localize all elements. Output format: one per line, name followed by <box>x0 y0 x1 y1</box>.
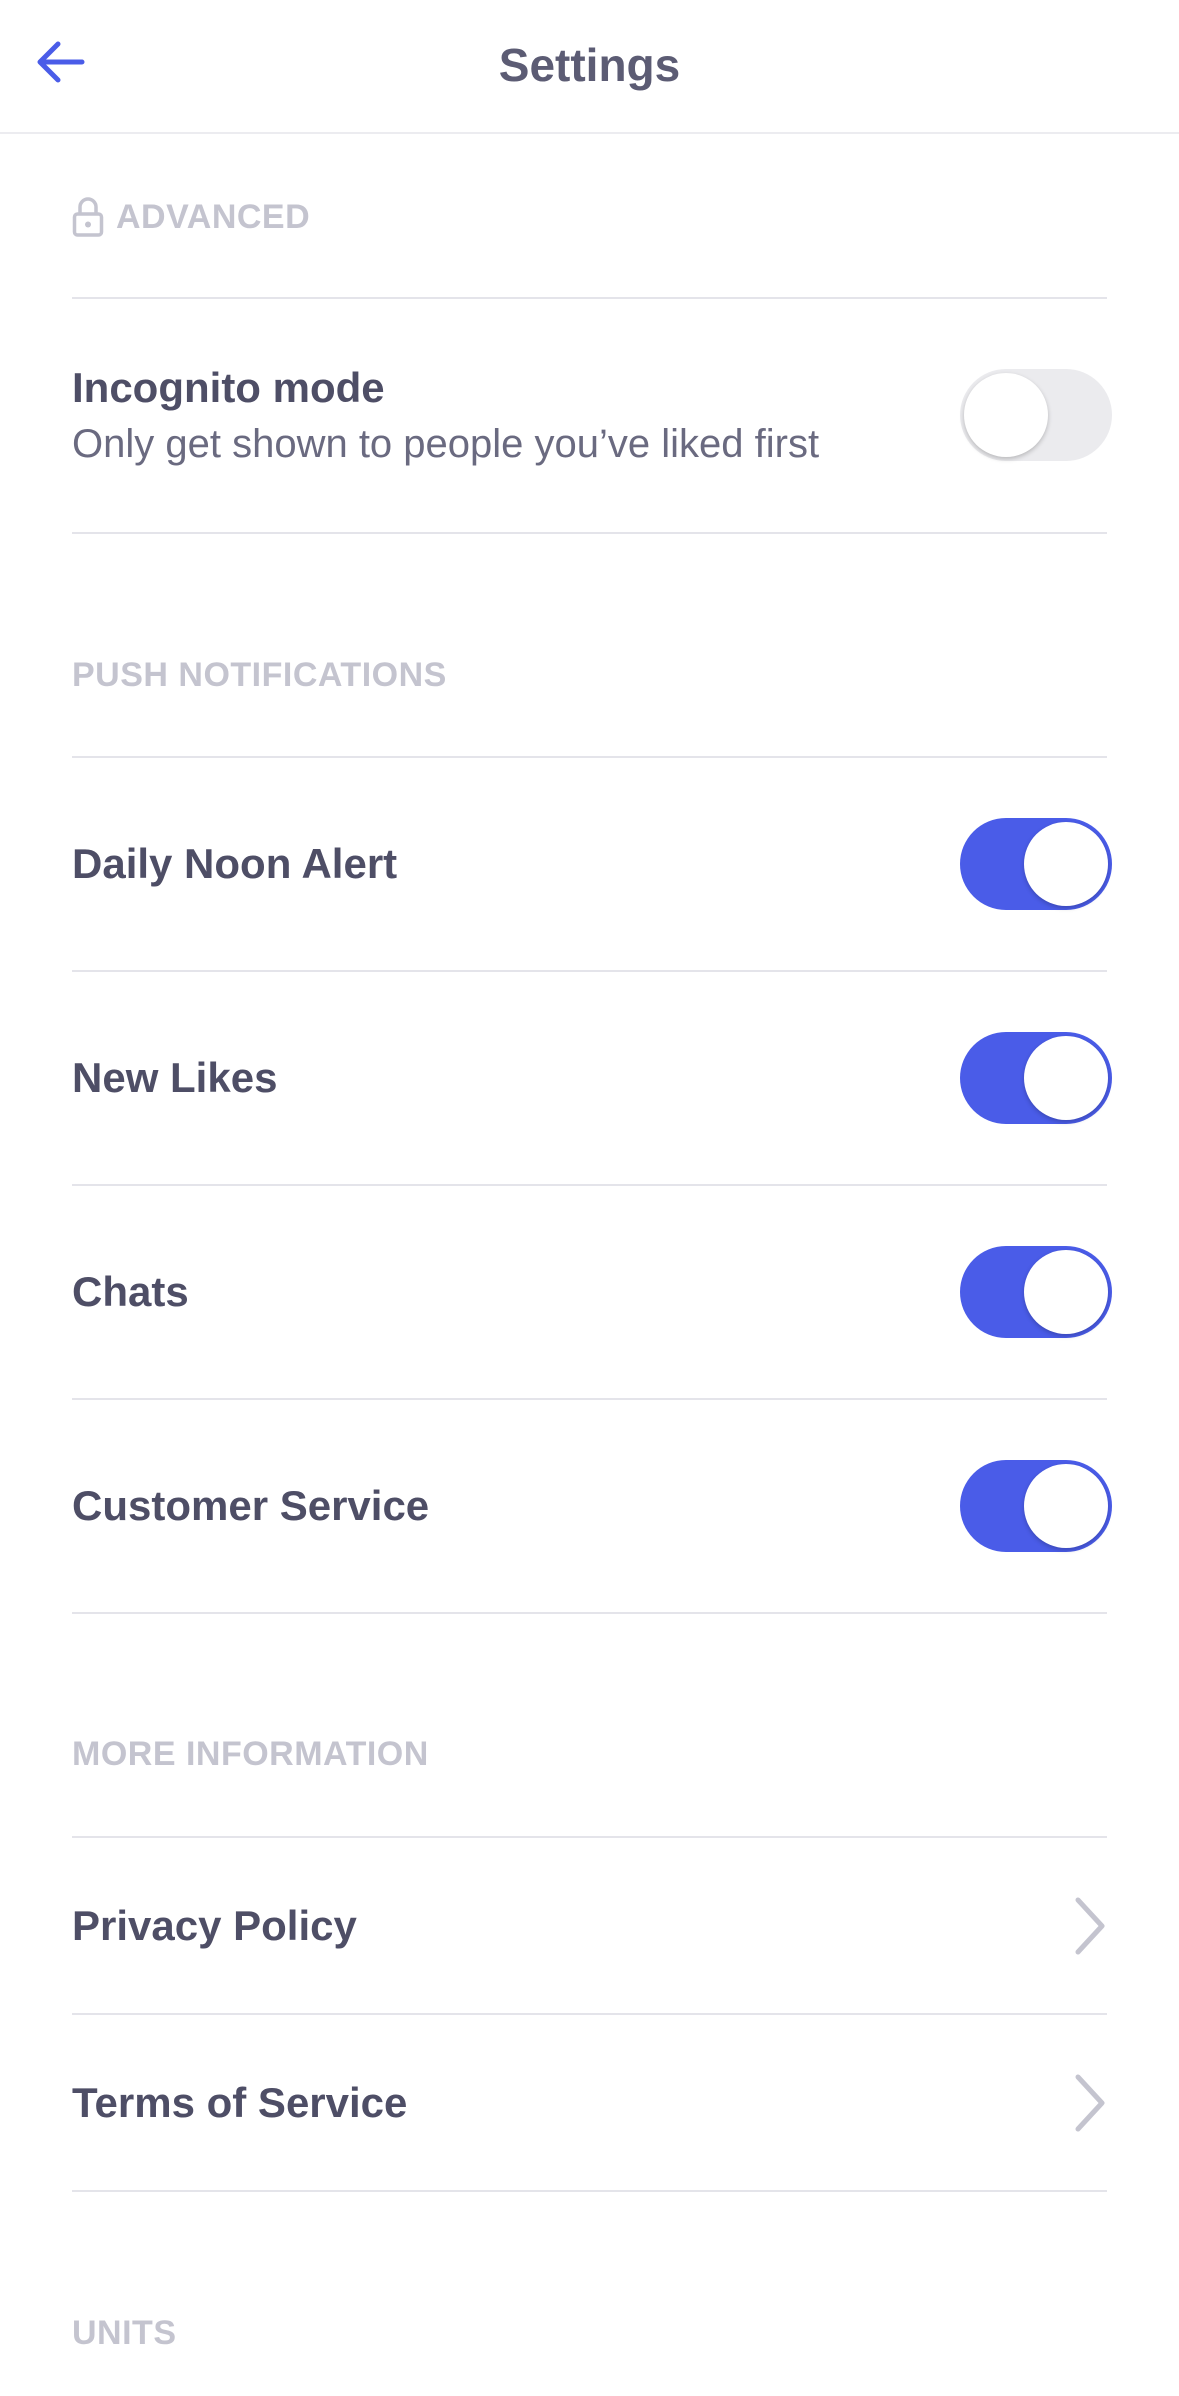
customer-service-toggle[interactable] <box>960 1460 1112 1552</box>
daily-noon-alert-toggle[interactable] <box>960 818 1112 910</box>
section-label-push-notifications-text: PUSH NOTIFICATIONS <box>72 656 447 694</box>
chats-row: Chats <box>72 1246 1112 1338</box>
divider <box>72 756 1107 758</box>
page-title: Settings <box>498 39 681 91</box>
toggle-knob <box>1024 1464 1108 1548</box>
terms-of-service-row[interactable]: Terms of Service <box>72 2071 1112 2135</box>
divider <box>72 1836 1107 1838</box>
toggle-knob <box>964 373 1048 457</box>
incognito-mode-title: Incognito mode <box>72 363 385 411</box>
divider <box>72 970 1107 972</box>
incognito-mode-subtitle: Only get shown to people you’ve liked fi… <box>72 421 820 466</box>
divider <box>72 297 1107 299</box>
customer-service-title: Customer Service <box>72 1482 430 1529</box>
new-likes-row: New Likes <box>72 1032 1112 1124</box>
section-label-more-information: MORE INFORMATION <box>72 1735 429 1774</box>
divider <box>72 1612 1107 1614</box>
new-likes-toggle[interactable] <box>960 1032 1112 1124</box>
section-label-advanced: ADVANCED <box>72 196 310 238</box>
toggle-knob <box>1024 1036 1108 1120</box>
chats-title: Chats <box>72 1268 189 1315</box>
section-label-units-text: UNITS <box>72 2314 177 2352</box>
header-bar: Settings <box>0 0 1179 134</box>
incognito-mode-toggle[interactable] <box>960 369 1112 461</box>
section-label-units: UNITS <box>72 2314 177 2353</box>
toggle-knob <box>1024 1250 1108 1334</box>
daily-noon-alert-row: Daily Noon Alert <box>72 818 1112 910</box>
divider <box>72 2013 1107 2015</box>
divider <box>72 2190 1107 2192</box>
divider <box>72 532 1107 534</box>
incognito-mode-text: Incognito mode Only get shown to people … <box>72 364 819 467</box>
divider <box>72 1184 1107 1186</box>
chats-toggle[interactable] <box>960 1246 1112 1338</box>
new-likes-title: New Likes <box>72 1054 278 1101</box>
section-label-push-notifications: PUSH NOTIFICATIONS <box>72 656 447 695</box>
daily-noon-alert-title: Daily Noon Alert <box>72 840 398 887</box>
chevron-right-icon <box>1068 1896 1112 1956</box>
terms-of-service-title: Terms of Service <box>72 2079 408 2126</box>
lock-icon <box>72 197 104 237</box>
section-label-advanced-text: ADVANCED <box>116 197 311 236</box>
section-label-more-information-text: MORE INFORMATION <box>72 1735 429 1773</box>
chevron-right-icon <box>1068 2073 1112 2133</box>
incognito-mode-row: Incognito mode Only get shown to people … <box>72 355 1112 475</box>
privacy-policy-title: Privacy Policy <box>72 1902 357 1949</box>
toggle-knob <box>1024 822 1108 906</box>
customer-service-row: Customer Service <box>72 1460 1112 1552</box>
privacy-policy-row[interactable]: Privacy Policy <box>72 1894 1112 1958</box>
divider <box>72 1398 1107 1400</box>
